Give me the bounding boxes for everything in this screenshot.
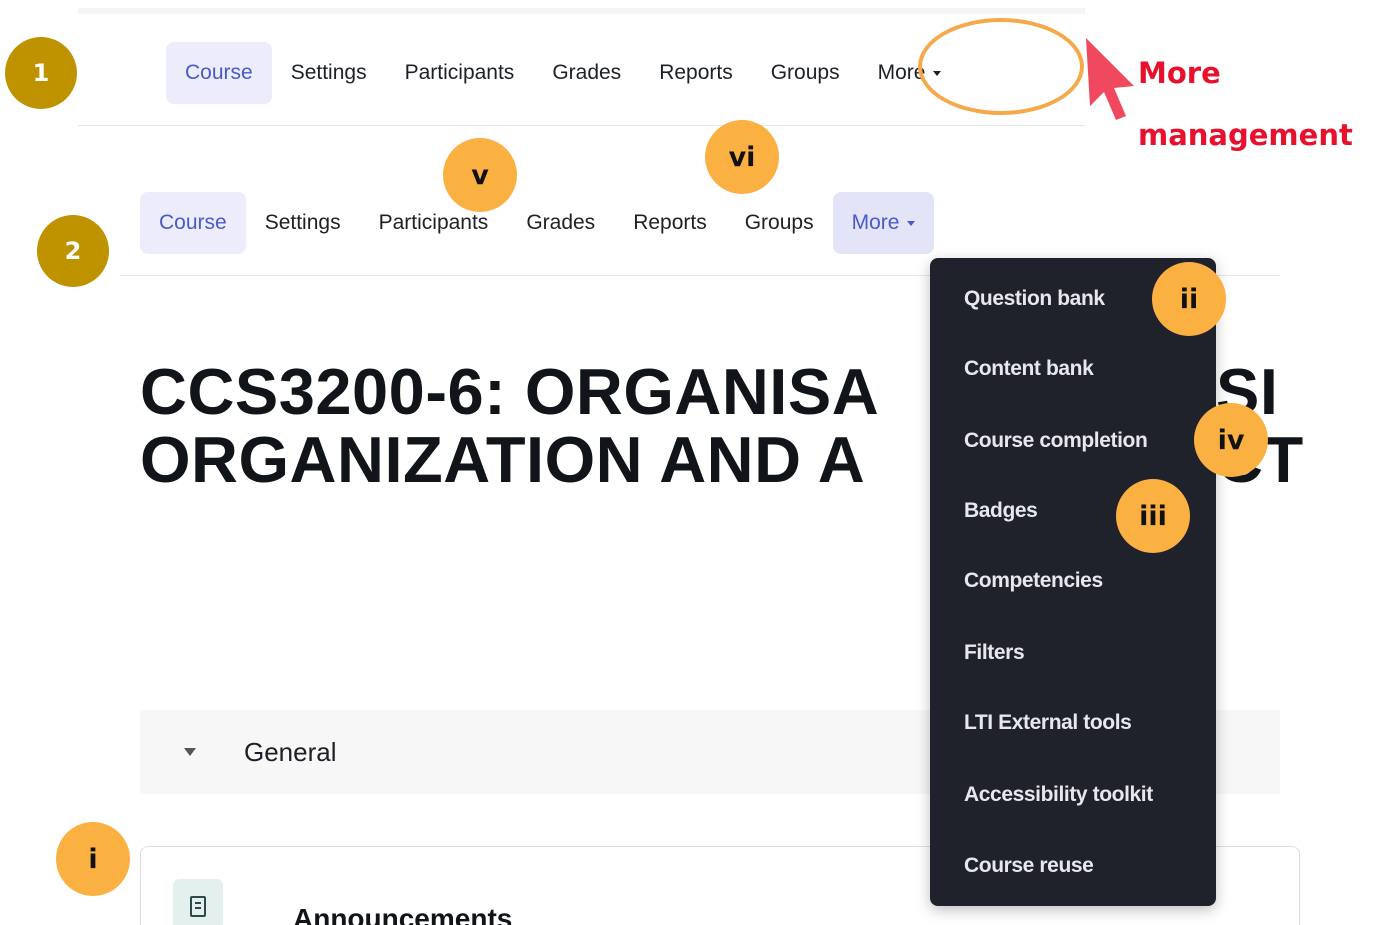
menu-item-lti-external-tools[interactable]: LTI External tools bbox=[964, 711, 1132, 735]
secondary-navigation: Course Settings Participants Grades Repo… bbox=[166, 42, 961, 104]
caret-down-icon bbox=[907, 220, 916, 226]
page-title: CCS3200-6: ORGANISA ORGANIZATION AND A bbox=[140, 358, 879, 494]
page-title-line2: ORGANIZATION AND A bbox=[140, 423, 866, 496]
announcement-forum-icon bbox=[173, 879, 223, 925]
tab-reports[interactable]: Reports bbox=[614, 192, 726, 254]
menu-item-filters[interactable]: Filters bbox=[964, 641, 1025, 665]
menu-item-badges[interactable]: Badges bbox=[964, 499, 1038, 523]
tab-course[interactable]: Course bbox=[166, 42, 272, 104]
cursor-arrow-icon bbox=[1086, 38, 1134, 120]
tab-grades[interactable]: Grades bbox=[507, 192, 614, 254]
step-badge-1: 1 bbox=[5, 37, 77, 109]
tab-course[interactable]: Course bbox=[140, 192, 246, 254]
callout-subtitle: management bbox=[1138, 118, 1353, 152]
marker-ii: ii bbox=[1152, 262, 1226, 336]
secondary-navigation: Course Settings Participants Grades Repo… bbox=[140, 192, 935, 254]
marker-v: v bbox=[443, 138, 517, 212]
menu-item-course-completion[interactable]: Course completion bbox=[964, 429, 1148, 453]
marker-iii: iii bbox=[1116, 479, 1190, 553]
tab-more-label: More bbox=[851, 211, 900, 234]
more-highlight-circle bbox=[918, 18, 1084, 115]
marker-iv: iv bbox=[1194, 403, 1268, 477]
section-title: General bbox=[244, 736, 337, 767]
marker-vi: vi bbox=[705, 120, 779, 194]
tab-grades[interactable]: Grades bbox=[533, 42, 640, 104]
tab-groups[interactable]: Groups bbox=[752, 42, 859, 104]
tab-reports[interactable]: Reports bbox=[640, 42, 752, 104]
activity-name-link[interactable]: Announcements bbox=[293, 903, 512, 925]
marker-i: i bbox=[56, 822, 130, 896]
tab-groups[interactable]: Groups bbox=[726, 192, 833, 254]
step-badge-2: 2 bbox=[37, 215, 109, 287]
more-dropdown-menu: Question bank Content bank Course comple… bbox=[930, 258, 1216, 906]
menu-item-accessibility-toolkit[interactable]: Accessibility toolkit bbox=[964, 783, 1153, 807]
tab-more[interactable]: More bbox=[832, 192, 935, 254]
menu-item-competencies[interactable]: Competencies bbox=[964, 569, 1103, 593]
menu-item-course-reuse[interactable]: Course reuse bbox=[964, 854, 1094, 878]
tab-settings[interactable]: Settings bbox=[272, 42, 386, 104]
menu-item-content-bank[interactable]: Content bank bbox=[964, 357, 1094, 381]
menu-item-question-bank[interactable]: Question bank bbox=[964, 287, 1105, 311]
collapse-triangle-icon[interactable] bbox=[184, 748, 196, 756]
tab-settings[interactable]: Settings bbox=[246, 192, 360, 254]
tab-participants[interactable]: Participants bbox=[386, 42, 534, 104]
callout-title: More bbox=[1138, 56, 1221, 90]
page-title-line1: CCS3200-6: ORGANISA bbox=[140, 355, 880, 428]
